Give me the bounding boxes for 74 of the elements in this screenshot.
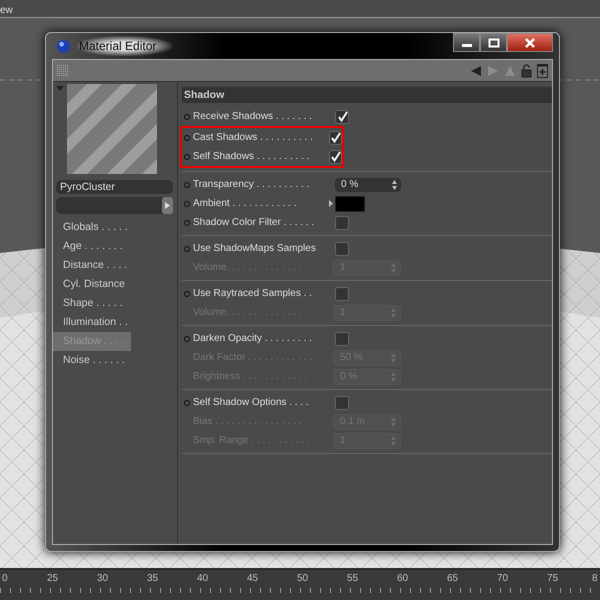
ruler-label: 75 — [547, 573, 558, 584]
section-header: Shadow — [182, 87, 552, 103]
minimize-button[interactable] — [453, 33, 480, 52]
forward-arrow-icon[interactable] — [487, 64, 499, 76]
checkbox[interactable] — [335, 286, 349, 300]
scroll-arrow-button[interactable] — [162, 197, 173, 214]
number-field[interactable]: 0 % — [335, 178, 401, 192]
param-label: Use ShadowMaps Samples — [193, 243, 317, 254]
ruler-label: 40 — [197, 573, 208, 584]
checkbox[interactable] — [328, 150, 342, 164]
animation-dot-icon[interactable] — [184, 290, 190, 296]
grip-icon[interactable] — [57, 64, 69, 76]
ruler-label: 60 — [397, 573, 408, 584]
checkbox[interactable] — [335, 110, 349, 124]
maximize-icon — [488, 38, 500, 48]
ruler-label: 8 — [592, 573, 598, 584]
animation-dot-icon[interactable] — [184, 154, 190, 160]
back-arrow-icon[interactable] — [470, 64, 482, 76]
scroll-field[interactable] — [56, 197, 173, 214]
checkbox[interactable] — [335, 216, 349, 230]
animation-dot-icon[interactable] — [184, 400, 190, 406]
channel-item[interactable]: Age . . . . . . . — [53, 237, 131, 256]
param-label: Shadow Color Filter . . . . . . — [193, 217, 316, 228]
ruler-label: 70 — [497, 573, 508, 584]
maximize-button[interactable] — [480, 33, 507, 52]
ruler-label: 45 — [247, 573, 258, 584]
ruler-label: 55 — [347, 573, 358, 584]
checkbox[interactable] — [335, 242, 349, 256]
animation-dot-icon[interactable] — [184, 246, 190, 252]
color-swatch[interactable] — [335, 196, 365, 212]
material-name-field[interactable]: PyroCluster — [56, 180, 173, 194]
channel-item[interactable]: Illumination . . — [53, 313, 131, 332]
param-label: Self Shadows . . . . . . . . . . — [192, 151, 311, 162]
param-label: Cast Shadows . . . . . . . . . . — [192, 132, 314, 143]
minimize-icon — [462, 44, 472, 47]
timeline-ruler[interactable]: 0 25 30 35 40 45 50 55 60 65 70 75 8 — [0, 568, 600, 600]
ruler-label: 65 — [447, 573, 458, 584]
animation-dot-icon[interactable] — [184, 134, 190, 140]
param-label: Darken Opacity . . . . . . . . . — [193, 333, 313, 344]
param-label: Transparency . . . . . . . . . . — [193, 179, 310, 190]
channel-item[interactable]: Noise . . . . . . — [53, 351, 131, 370]
animation-dot-icon[interactable] — [184, 220, 190, 226]
close-button[interactable] — [507, 33, 553, 52]
dropdown-caret-icon[interactable] — [56, 86, 64, 91]
expand-arrow-icon[interactable] — [329, 200, 333, 207]
close-icon — [524, 38, 536, 48]
param-label: Use Raytraced Samples . . — [193, 288, 313, 299]
channel-item[interactable]: Distance . . . . — [53, 256, 131, 275]
param-label: Self Shadow Options . . . . — [193, 397, 310, 408]
checkbox[interactable] — [328, 130, 342, 144]
param-label: Ambient . . . . . . . . . . . . — [193, 198, 298, 209]
animation-dot-icon[interactable] — [184, 336, 190, 342]
right-arrow-icon — [165, 202, 170, 209]
window-title: Material Editor — [77, 36, 172, 56]
ruler-label: 0 — [2, 573, 8, 584]
animation-dot-icon[interactable] — [184, 114, 190, 120]
new-window-icon[interactable] — [537, 64, 548, 78]
up-arrow-icon[interactable] — [504, 64, 516, 76]
menu-text[interactable]: ew — [0, 5, 13, 16]
channel-item[interactable]: Cyl. Distance — [53, 275, 131, 294]
ruler-label: 50 — [297, 573, 308, 584]
ruler-label: 25 — [47, 573, 58, 584]
sphere-icon — [56, 38, 71, 54]
animation-dot-icon[interactable] — [184, 182, 190, 188]
param-label: Receive Shadows . . . . . . . — [193, 111, 313, 122]
ruler-label: 30 — [97, 573, 108, 584]
channel-item[interactable]: Shape . . . . . — [53, 294, 131, 313]
ruler-label: 35 — [147, 573, 158, 584]
animation-dot-icon[interactable] — [184, 200, 190, 206]
spinner-arrows-icon[interactable] — [392, 180, 397, 190]
channel-item[interactable]: Globals . . . . . — [53, 218, 131, 237]
checkbox[interactable] — [335, 332, 349, 346]
checkbox[interactable] — [335, 396, 349, 410]
lock-icon[interactable] — [521, 64, 532, 78]
